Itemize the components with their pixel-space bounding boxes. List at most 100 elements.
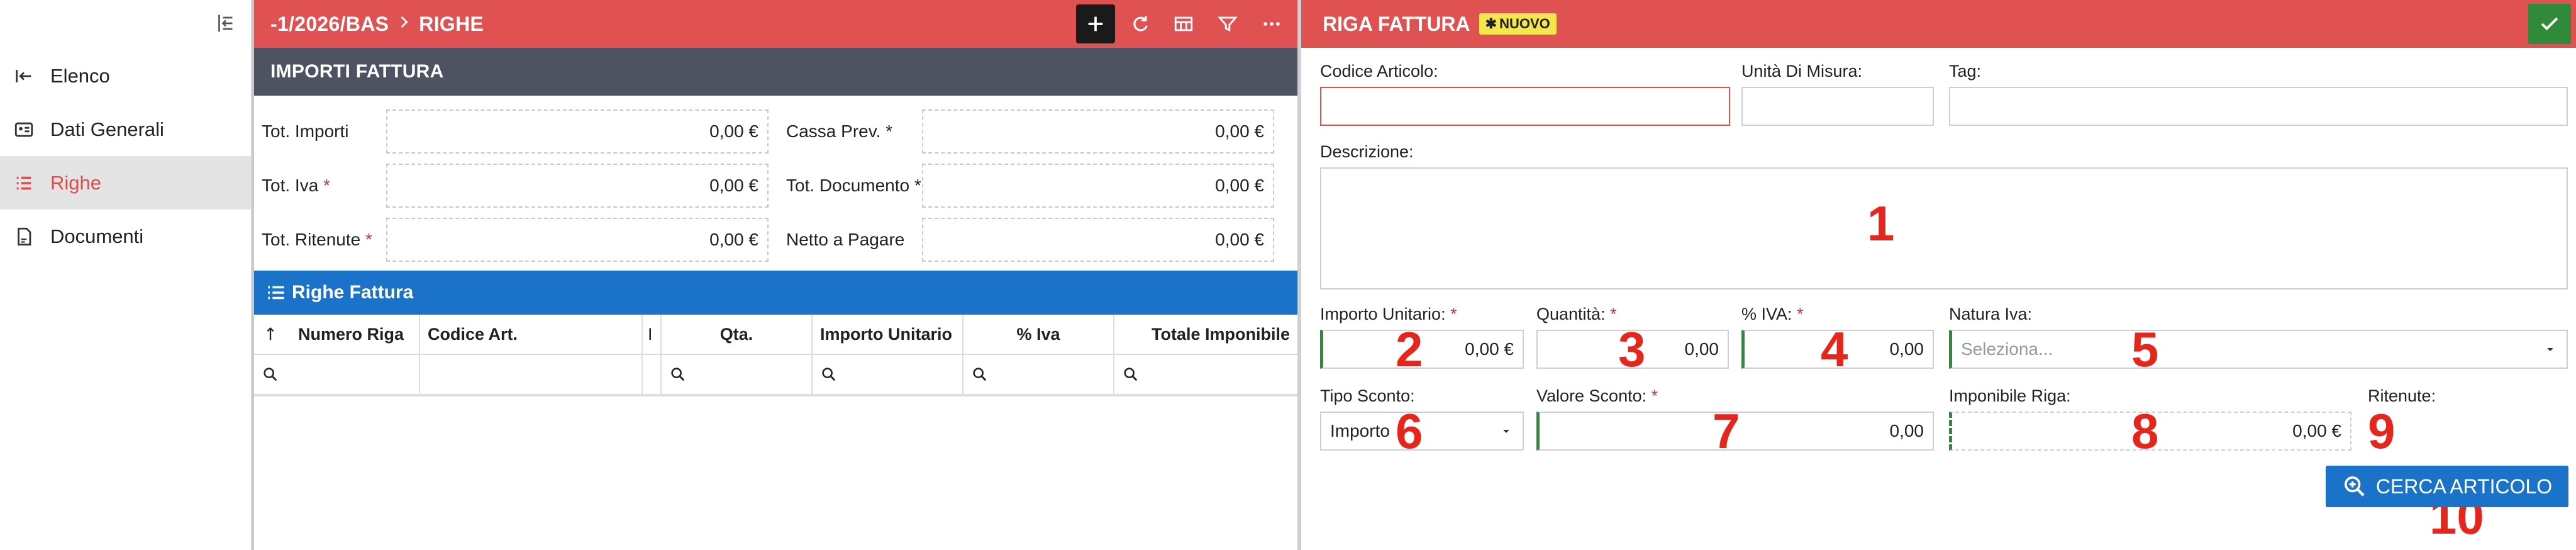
- filter-importo-unitario[interactable]: [813, 355, 963, 394]
- plus-icon: [1088, 16, 1103, 31]
- sidebar-item-righe[interactable]: Righe: [0, 156, 251, 210]
- breadcrumb: -1/2026/BAS RIGHE: [270, 13, 484, 36]
- tot-documento-value: 0,00 €: [922, 164, 1274, 208]
- column-header-i[interactable]: I: [643, 315, 662, 354]
- natura-iva-label: Natura Iva:: [1949, 305, 2033, 323]
- marker-7: 7: [1713, 403, 1740, 459]
- filter-button[interactable]: [1208, 4, 1247, 43]
- marker-5: 5: [2131, 322, 2159, 377]
- column-header-qta[interactable]: Qta.: [662, 315, 813, 354]
- natura-iva-placeholder: Seleziona...: [1961, 339, 2053, 359]
- cassa-prev-label: Cassa Prev. *: [786, 121, 893, 141]
- check-icon: [2541, 17, 2558, 31]
- sidebar-item-label: Documenti: [50, 225, 144, 247]
- column-header-numero-riga[interactable]: Numero Riga: [254, 315, 420, 354]
- sort-ascending-icon[interactable]: [262, 325, 279, 343]
- save-button[interactable]: [2528, 4, 2571, 44]
- invoice-row-form-panel: RIGA FATTURA ✱ NUOVO Codice Articolo: Un…: [1297, 0, 2576, 550]
- column-header-totale-imponibile[interactable]: Totale Imponibile: [1114, 315, 1297, 354]
- marker-9: 9: [2368, 403, 2396, 459]
- caret-down-icon: [2547, 348, 2553, 351]
- status-badge: ✱ NUOVO: [1479, 13, 1557, 35]
- back-arrow-icon: [11, 64, 36, 89]
- search-icon: [264, 368, 277, 381]
- caret-down-icon: [1503, 430, 1509, 433]
- top-toolbar: -1/2026/BAS RIGHE: [254, 0, 1297, 48]
- search-article-button[interactable]: CERCA ARTICOLO: [2326, 466, 2568, 507]
- tag-input[interactable]: [1949, 87, 2568, 126]
- sidebar: Elenco Dati Generali Righe Documenti: [0, 0, 252, 550]
- cassa-prev-value: 0,00 €: [922, 109, 1274, 154]
- descrizione-textarea[interactable]: [1320, 167, 2568, 289]
- column-header-perc-iva[interactable]: % Iva: [963, 315, 1114, 354]
- valore-sconto-label: Valore Sconto: *: [1536, 386, 1658, 405]
- totals-section: Tot. Importi 0,00 € Cassa Prev. * 0,00 €…: [254, 96, 1297, 267]
- filter-totale-imponibile[interactable]: [1114, 355, 1297, 394]
- marker-6: 6: [1396, 403, 1423, 459]
- totals-section-header: IMPORTI FATTURA: [254, 48, 1297, 96]
- filter-icon: [1218, 16, 1238, 32]
- tag-label: Tag:: [1949, 62, 1982, 81]
- table-icon: [1174, 16, 1193, 31]
- sidebar-item-dati-generali[interactable]: Dati Generali: [0, 103, 251, 156]
- column-header-codice-art[interactable]: Codice Art.: [420, 315, 643, 354]
- tot-importi-label: Tot. Importi: [262, 121, 349, 141]
- tot-importi-value: 0,00 €: [386, 109, 769, 154]
- pdf-document-icon: [11, 224, 36, 249]
- tot-iva-label: Tot. Iva *: [262, 176, 330, 195]
- filter-qta[interactable]: [662, 355, 813, 394]
- search-icon: [1124, 368, 1138, 381]
- filter-perc-iva[interactable]: [963, 355, 1114, 394]
- columns-button[interactable]: [1164, 4, 1203, 43]
- form-title: RIGA FATTURA: [1323, 12, 1470, 35]
- grid-header: Numero Riga Codice Art. I Qta. Importo U…: [254, 315, 1297, 355]
- id-card-icon: [11, 117, 36, 142]
- list-icon: [11, 171, 36, 196]
- grid-filter-row: [254, 355, 1297, 395]
- marker-4: 4: [1821, 322, 1848, 377]
- filter-numero-riga[interactable]: [254, 355, 420, 394]
- rows-grid: Numero Riga Codice Art. I Qta. Importo U…: [254, 315, 1297, 396]
- filter-i[interactable]: [643, 355, 662, 394]
- tot-iva-value: 0,00 €: [386, 164, 769, 208]
- search-icon: [671, 368, 685, 381]
- marker-3: 3: [1618, 322, 1646, 377]
- breadcrumb-document[interactable]: -1/2026/BAS: [270, 13, 389, 36]
- sidebar-item-documenti[interactable]: Documenti: [0, 210, 251, 263]
- marker-1: 1: [1867, 196, 1895, 251]
- add-button[interactable]: [1076, 4, 1115, 43]
- search-icon: [973, 368, 987, 381]
- form-header: RIGA FATTURA ✱ NUOVO: [1301, 0, 2576, 48]
- codice-articolo-label: Codice Articolo:: [1320, 62, 1438, 81]
- asterisk-icon: ✱: [1485, 16, 1497, 31]
- sidebar-header: [0, 0, 251, 49]
- sidebar-item-label: Elenco: [50, 64, 110, 87]
- refresh-icon: [1133, 16, 1148, 31]
- more-horizontal-icon: [1263, 22, 1280, 26]
- collapse-sidebar-icon[interactable]: [214, 12, 237, 38]
- column-header-importo-unitario[interactable]: Importo Unitario: [813, 315, 963, 354]
- natura-iva-select[interactable]: Seleziona...: [1949, 330, 2568, 369]
- netto-a-pagare-label: Netto a Pagare: [786, 230, 905, 249]
- netto-a-pagare-value: 0,00 €: [922, 218, 1274, 262]
- toolbar-actions: [1076, 4, 1291, 44]
- breadcrumb-section: RIGHE: [419, 12, 484, 35]
- descrizione-label: Descrizione:: [1320, 142, 1414, 161]
- tot-ritenute-label: Tot. Ritenute *: [262, 230, 372, 249]
- zoom-in-icon: [2344, 476, 2365, 497]
- more-button[interactable]: [1252, 4, 1291, 43]
- chevron-right-icon: [395, 13, 413, 36]
- filter-codice-art[interactable]: [420, 355, 643, 394]
- importo-unitario-label: Importo Unitario: *: [1320, 305, 1457, 323]
- sidebar-item-label: Righe: [50, 171, 101, 194]
- quantita-label: Quantità: *: [1536, 305, 1617, 323]
- codice-articolo-input[interactable]: [1320, 87, 1730, 126]
- unita-misura-label: Unità Di Misura:: [1741, 62, 1863, 81]
- refresh-button[interactable]: [1120, 4, 1159, 43]
- tot-ritenute-value: 0,00 €: [386, 218, 769, 262]
- sidebar-item-elenco[interactable]: Elenco: [0, 49, 251, 103]
- invoice-rows-panel: -1/2026/BAS RIGHE IMPORTI FATTURA Tot. I…: [252, 0, 1297, 550]
- marker-2: 2: [1396, 322, 1423, 377]
- unita-misura-input[interactable]: [1741, 87, 1934, 126]
- sidebar-item-label: Dati Generali: [50, 118, 164, 140]
